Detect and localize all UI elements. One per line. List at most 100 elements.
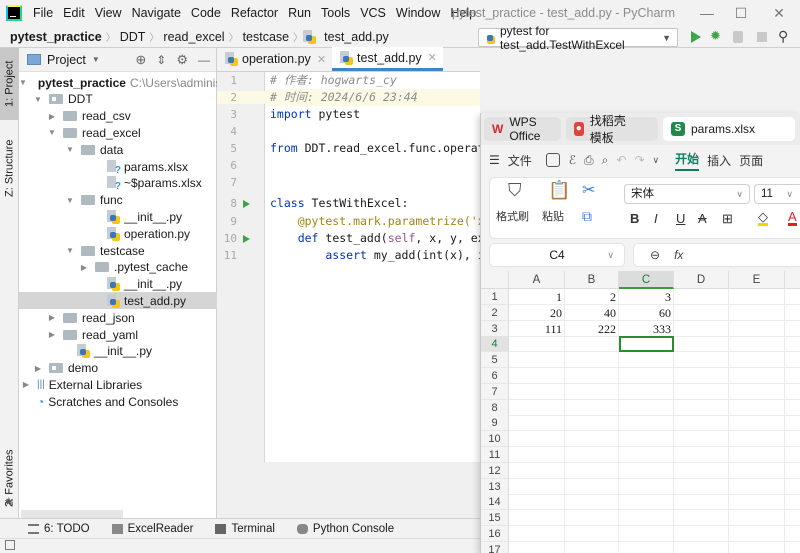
- column-header[interactable]: C: [619, 271, 674, 289]
- column-header[interactable]: D: [674, 271, 729, 289]
- tree-item[interactable]: __init__.py: [19, 343, 217, 360]
- tree-item[interactable]: ▶ demo: [19, 360, 217, 377]
- tree-item[interactable]: ▶ .pytest_cache: [19, 259, 217, 276]
- cell[interactable]: [674, 320, 729, 337]
- run-gutter-icon[interactable]: [243, 200, 250, 208]
- expanded-arrow-icon[interactable]: ▼: [19, 78, 27, 87]
- close-tab-icon[interactable]: ✕: [317, 53, 326, 66]
- cell[interactable]: [565, 399, 619, 416]
- formula-input[interactable]: ⊖ fx: [633, 243, 800, 267]
- tool-window-toggle-icon[interactable]: [5, 540, 15, 550]
- run-icon[interactable]: [691, 31, 701, 43]
- cell[interactable]: [509, 399, 565, 416]
- cell[interactable]: [509, 478, 565, 495]
- font-size-select[interactable]: 11 ∨: [754, 184, 800, 204]
- cell[interactable]: [729, 336, 785, 353]
- tree-item[interactable]: ▼ read_excel: [19, 124, 217, 141]
- cell[interactable]: [785, 400, 800, 416]
- breadcrumb-project[interactable]: pytest_practice: [0, 30, 106, 44]
- menu-code[interactable]: Code: [186, 6, 226, 20]
- tree-item[interactable]: operation.py: [19, 225, 217, 242]
- cell[interactable]: [674, 289, 729, 305]
- cell[interactable]: [729, 541, 785, 553]
- cell[interactable]: [509, 510, 565, 527]
- menu-run[interactable]: Run: [283, 6, 316, 20]
- cell[interactable]: [619, 447, 674, 463]
- select-all-corner[interactable]: [481, 271, 509, 289]
- row-header[interactable]: 7: [481, 383, 509, 400]
- cell[interactable]: [674, 494, 729, 511]
- name-box[interactable]: C4 ∨: [489, 243, 625, 267]
- tree-item[interactable]: ▶ ||| External Libraries: [19, 376, 217, 393]
- cell[interactable]: [509, 431, 565, 448]
- cell[interactable]: [565, 368, 619, 384]
- cell[interactable]: [729, 431, 785, 448]
- breadcrumb-ddt[interactable]: DDT: [116, 30, 150, 44]
- cell[interactable]: [785, 542, 800, 553]
- expanded-arrow-icon[interactable]: ▼: [65, 196, 75, 205]
- italic-button[interactable]: I: [654, 211, 658, 226]
- cell[interactable]: [619, 368, 674, 384]
- cell[interactable]: [565, 526, 619, 542]
- expanded-arrow-icon[interactable]: ▼: [65, 246, 75, 255]
- code-editor[interactable]: # 作者: hogwarts_cy # 时间: 2024/6/6 23:44 i…: [265, 72, 480, 462]
- underline-button[interactable]: U: [676, 211, 685, 226]
- cell[interactable]: 222: [565, 320, 619, 337]
- cell[interactable]: [785, 463, 800, 479]
- tree-item[interactable]: ▶ read_csv: [19, 108, 217, 125]
- ribbon-tab-page[interactable]: 页面: [739, 152, 763, 169]
- collapsed-arrow-icon[interactable]: ▶: [47, 330, 57, 339]
- cell[interactable]: [565, 336, 619, 353]
- cell[interactable]: [565, 431, 619, 448]
- cell[interactable]: [509, 415, 565, 432]
- row-header[interactable]: 3: [481, 320, 509, 337]
- collapse-all-icon[interactable]: ⇕: [156, 53, 166, 67]
- cell[interactable]: [785, 494, 800, 511]
- tree-item[interactable]: ▼ func: [19, 192, 217, 209]
- wps-tab-params-xlsx[interactable]: S params.xlsx: [662, 117, 795, 141]
- tree-item[interactable]: ▶ read_yaml: [19, 326, 217, 343]
- cell[interactable]: [674, 383, 729, 400]
- tab-project[interactable]: 1: Project: [0, 48, 19, 120]
- column-header[interactable]: [785, 271, 800, 289]
- save-icon[interactable]: [545, 153, 560, 167]
- cell[interactable]: [674, 431, 729, 448]
- wps-tab-templates[interactable]: ● 找稻壳模板: [565, 114, 658, 145]
- cell[interactable]: [729, 494, 785, 511]
- cell[interactable]: [565, 510, 619, 527]
- cell[interactable]: 111: [509, 320, 565, 337]
- cell[interactable]: [729, 368, 785, 384]
- menu-vcs[interactable]: VCS: [355, 6, 391, 20]
- zoom-formula-icon[interactable]: ⊖: [650, 248, 660, 262]
- breadcrumb-file[interactable]: test_add.py: [320, 30, 393, 44]
- tree-item[interactable]: __init__.py: [19, 208, 217, 225]
- collapsed-arrow-icon[interactable]: ▶: [21, 380, 31, 389]
- cell[interactable]: [785, 526, 800, 542]
- row-header[interactable]: 5: [481, 352, 509, 369]
- coverage-icon[interactable]: [733, 31, 743, 43]
- cell[interactable]: [674, 447, 729, 463]
- row-header[interactable]: 2: [481, 304, 509, 321]
- cell[interactable]: 3: [619, 289, 674, 305]
- hide-icon[interactable]: —: [198, 53, 210, 67]
- cell[interactable]: [565, 462, 619, 479]
- minimize-button[interactable]: —: [692, 3, 722, 23]
- active-cell[interactable]: [619, 336, 674, 353]
- cell[interactable]: [785, 368, 800, 384]
- cell[interactable]: 40: [565, 304, 619, 321]
- cell[interactable]: 333: [619, 320, 674, 337]
- maximize-button[interactable]: ☐: [726, 3, 756, 23]
- column-header[interactable]: A: [509, 271, 565, 289]
- cell[interactable]: [565, 383, 619, 400]
- cell[interactable]: [729, 462, 785, 479]
- gear-icon[interactable]: ⚙: [176, 52, 188, 68]
- cell[interactable]: [729, 415, 785, 432]
- tool-excelreader[interactable]: ExcelReader: [111, 523, 193, 535]
- cell[interactable]: [565, 541, 619, 553]
- cell[interactable]: [565, 415, 619, 432]
- row-header[interactable]: 17: [481, 541, 509, 553]
- tree-item[interactable]: ▶ read_json: [19, 309, 217, 326]
- row-header[interactable]: 11: [481, 447, 509, 463]
- cell[interactable]: [674, 415, 729, 432]
- fx-icon[interactable]: fx: [674, 248, 683, 262]
